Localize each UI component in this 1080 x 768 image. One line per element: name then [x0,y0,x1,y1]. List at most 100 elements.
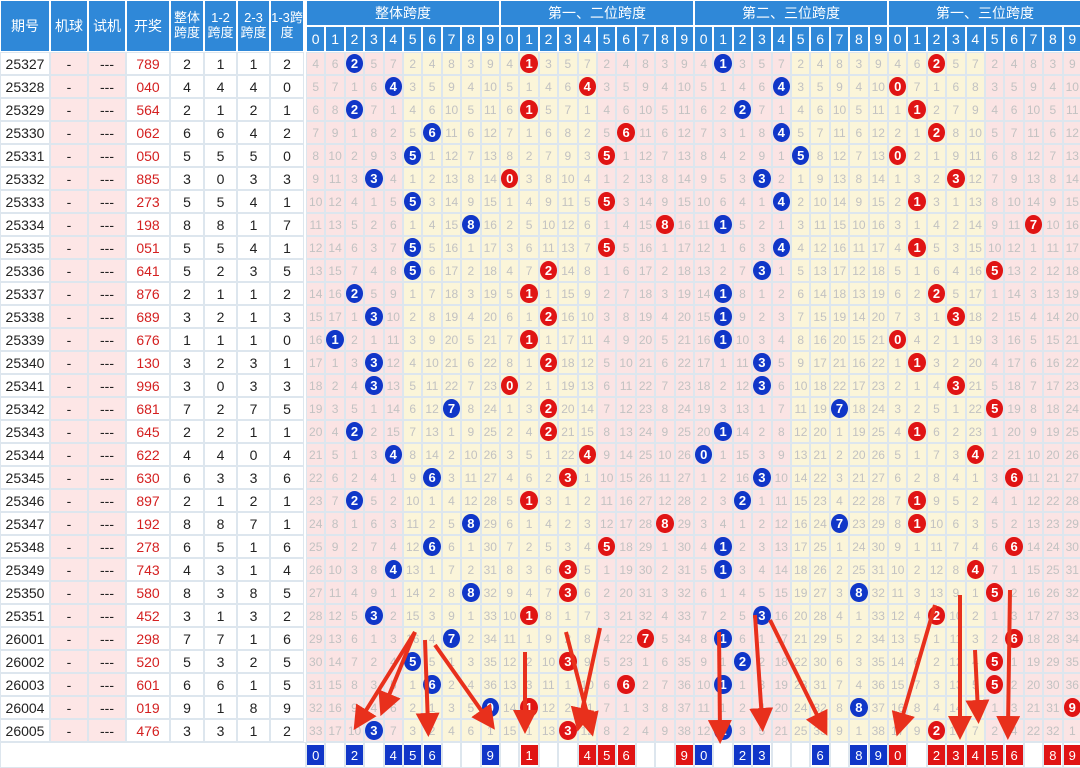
miss-count: 1 [428,148,436,163]
miss-count: 3 [913,309,921,324]
grid-cell: 9 [325,121,345,144]
grid-cell: 1 [694,466,714,489]
grid-cell: 25 [480,420,500,443]
candidate-digit[interactable]: 6 [423,745,441,765]
footer-cell: 9 [674,742,694,768]
candidate-digit[interactable]: 1 [520,745,538,765]
candidate-digit[interactable]: 5 [404,745,422,765]
grid-cell: 10 [441,98,462,121]
miss-count: 5 [836,631,843,646]
candidate-digit[interactable]: 8 [1044,745,1062,765]
candidate-digit[interactable]: 9 [481,745,499,765]
grid-cell: 6 [422,98,442,121]
candidate-digit[interactable]: 5 [986,745,1004,765]
grid-cell: 5 [829,627,850,650]
grid-cell: 11 [1023,121,1044,144]
grid-cell: 4 [577,75,597,98]
cell-prize: 996 [126,374,170,397]
candidate-digit[interactable]: 8 [850,745,868,765]
miss-count: 9 [389,286,397,301]
miss-count: 17 [328,723,342,738]
miss-count: 36 [871,677,885,692]
group-header-s13: 第一、三位跨度 [888,0,1080,26]
grid-cell: 23 [791,673,811,696]
miss-count: 13 [813,263,827,278]
grid-cell: 8 [325,98,345,121]
grid-cell: 3 [732,167,753,190]
miss-count: 6 [467,125,475,140]
cell-period: 25348 [0,535,50,558]
miss-count: 1 [428,493,436,508]
digit-header-s23-1: 1 [713,26,733,52]
grid-cell: 3 [907,167,927,190]
grid-cell: 19 [1023,650,1044,673]
miss-count: 5 [545,539,552,554]
grid-cell: 11 [771,489,791,512]
grid-cell: 2 [752,650,772,673]
miss-count: 2 [758,424,766,439]
miss-count: 10 [735,332,750,347]
grid-cell: 7 [965,52,985,75]
miss-count: 2 [448,677,455,692]
miss-count: 6 [409,401,417,416]
miss-count: 22 [1046,493,1060,508]
candidate-digit[interactable]: 5 [598,745,616,765]
miss-count: 9 [428,332,436,347]
grid-cell: 2 [364,213,384,236]
grid-cell: 1 [364,190,384,213]
grid-cell: 5 [597,236,617,259]
grid-cell: 2 [383,604,403,627]
grid-cell: 15 [868,190,888,213]
miss-count: 6 [351,240,358,255]
miss-count: 35 [483,654,497,669]
grid-cell: 8 [849,696,869,719]
candidate-digit[interactable]: 9 [1063,745,1080,765]
candidate-digit[interactable]: 6 [1005,745,1023,765]
miss-count: 4 [622,56,630,71]
grid-cell: 17 [1062,236,1080,259]
miss-count: 9 [331,539,339,554]
footer-cell: 6 [810,742,830,768]
miss-count: 15 [852,332,866,347]
miss-count: 5 [622,79,630,94]
candidate-digit[interactable]: 6 [811,745,829,765]
candidate-digit[interactable]: 4 [966,745,984,765]
grid-cell: 4 [364,466,384,489]
candidate-digit[interactable]: 9 [869,745,887,765]
miss-count: 5 [389,194,397,209]
grid-cell: 9 [364,144,384,167]
grid-cell: 24 [1062,397,1080,420]
candidate-digit[interactable]: 0 [695,745,713,765]
miss-count: 16 [735,470,750,485]
candidate-digit[interactable]: 2 [927,745,945,765]
candidate-digit[interactable]: 6 [617,745,635,765]
miss-count: 4 [894,424,902,439]
candidate-digit[interactable]: 2 [345,745,363,765]
candidate-digit[interactable]: 2 [733,745,751,765]
grid-cell: 7 [344,650,365,673]
candidate-digit[interactable]: 3 [947,745,965,765]
candidate-digit[interactable]: 4 [384,745,402,765]
grid-cell: 6 [616,121,636,144]
miss-count: 16 [852,355,866,370]
hit-ball: 2 [345,491,364,510]
miss-count: 6 [933,424,940,439]
grid-cell: 3 [985,75,1005,98]
candidate-digit[interactable]: 4 [578,745,596,765]
grid-cell: 11 [1062,98,1080,121]
candidate-digit[interactable]: 3 [753,745,771,765]
cell-prize: 622 [126,443,170,466]
grid-cell: 18 [1062,259,1080,282]
miss-count: 1 [467,539,475,554]
grid-cell: 6 [325,52,345,75]
miss-count: 5 [758,56,766,71]
candidate-digit[interactable]: 0 [889,745,907,765]
grid-cell: 3 [752,167,772,190]
miss-count: 24 [309,516,323,531]
miss-count: 7 [661,148,669,163]
candidate-digit[interactable]: 9 [675,745,693,765]
miss-count: 2 [370,424,378,439]
miss-count: 16 [1026,585,1041,600]
candidate-digit[interactable]: 0 [307,745,325,765]
miss-count: 1 [389,102,397,117]
